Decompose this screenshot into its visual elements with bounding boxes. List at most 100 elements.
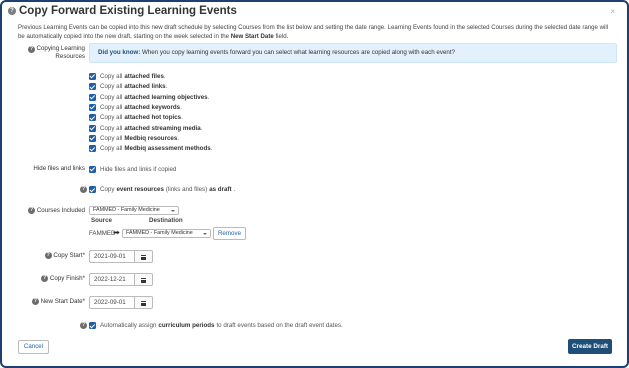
intro-text: Previous Learning Events can be copied i… (18, 23, 614, 41)
destination-select-value: FAMMED - Family Medicine (126, 230, 193, 236)
resource-option-post: . (163, 72, 166, 80)
copying-resources-label: ? Copying Learning Resources (28, 45, 85, 60)
checkbox-checked[interactable] (89, 165, 96, 173)
checkbox-checked[interactable] (89, 72, 96, 80)
event-resources-bold2: as draft (209, 186, 232, 193)
curriculum-bold: curriculum periods (158, 322, 215, 329)
checkbox-checked[interactable] (89, 114, 96, 121)
checkbox-checked[interactable] (89, 124, 96, 132)
help-icon[interactable]: ? (44, 252, 52, 259)
resource-option-row[interactable]: Copy all attached links. (89, 83, 167, 91)
resource-option-bold: Medbiq assessment methods (124, 145, 211, 152)
close-icon[interactable]: × (610, 8, 615, 16)
copying-resources-label-line1: Copying Learning (36, 45, 85, 52)
event-resources-mid: (links and files) (165, 186, 208, 193)
new-start-date-label: ? New Start Date* (16, 298, 85, 306)
checkbox-checked[interactable] (89, 186, 96, 193)
event-resources-pre: Copy (100, 186, 115, 193)
hide-files-checkbox-row[interactable]: Hide files and links if copied (89, 165, 176, 173)
resource-option-bold: attached links (124, 83, 166, 90)
calendar-button[interactable] (135, 296, 153, 309)
calendar-icon (141, 277, 146, 283)
create-draft-button[interactable]: Create Draft (568, 339, 612, 354)
resource-option-row[interactable]: Copy all Medbiq resources. (89, 134, 179, 142)
dialog-title: Copy Forward Existing Learning Events (19, 5, 237, 17)
resource-option-row[interactable]: Copy all attached keywords. (89, 103, 182, 111)
new-start-date-text: New Start Date* (40, 298, 85, 306)
resource-option-pre: Copy all (100, 145, 123, 152)
destination-select[interactable]: FAMMED - Family Medicine (122, 229, 211, 238)
curriculum-checkbox-row[interactable]: Automatically assign curriculum periods … (89, 322, 343, 330)
help-icon[interactable]: ? (41, 275, 49, 282)
tip-text: When you copy learning events forward yo… (140, 49, 455, 56)
courses-select-value: FAMMED - Family Medicine (93, 207, 160, 213)
checkbox-checked[interactable] (89, 103, 96, 111)
intro-text-bold: New Start Date (230, 33, 274, 40)
curriculum-post: to draft events based on the draft event… (216, 322, 343, 329)
event-resources-checkbox-row[interactable]: Copy event resources (links and files) a… (89, 186, 235, 194)
resource-option-post: . (200, 124, 203, 132)
checkbox-checked[interactable] (89, 134, 96, 142)
help-icon[interactable]: ? (28, 46, 35, 53)
resource-option-pre: Copy all (100, 114, 123, 121)
calendar-icon (141, 254, 146, 260)
hide-files-label: Hide files and links (33, 165, 85, 172)
resource-option-post: . (181, 114, 183, 121)
help-icon[interactable]: ? (80, 186, 87, 193)
remove-button[interactable]: Remove (213, 227, 246, 240)
copy-start-label: ? Copy Start* (22, 252, 85, 260)
copy-finish-input[interactable]: 2022-12-21 (89, 273, 135, 286)
hide-files-option-label: Hide files and links if copied (100, 165, 177, 173)
help-icon[interactable]: ? (8, 7, 16, 15)
checkbox-checked[interactable] (89, 322, 96, 329)
source-value: FAMMED (89, 230, 116, 237)
help-icon[interactable]: ? (31, 298, 39, 305)
calendar-button[interactable] (135, 250, 153, 263)
resource-option-bold: attached hot topics (124, 114, 182, 121)
resource-option-bold: Medbiq resources (124, 134, 178, 142)
resource-option-pre: Copy all (100, 93, 123, 101)
resource-option-row[interactable]: Copy all attached files. (89, 72, 166, 80)
checkbox-checked[interactable] (89, 83, 96, 90)
resource-option-pre: Copy all (100, 134, 123, 142)
curriculum-pre: Automatically assign (100, 322, 157, 329)
intro-text-part1: Previous Learning Events can be copied i… (18, 24, 609, 40)
destination-header: Destination (149, 217, 183, 224)
resource-option-post: . (177, 134, 180, 142)
source-header: Source (91, 217, 112, 224)
calendar-button[interactable] (135, 273, 153, 286)
dialog-frame: ? Copy Forward Existing Learning Events … (0, 0, 629, 368)
resource-option-post: . (210, 145, 213, 152)
resource-option-pre: Copy all (100, 83, 123, 90)
did-you-know-tip: Did you know: When you copy learning eve… (89, 43, 617, 63)
resource-option-bold: attached files (124, 72, 164, 80)
help-icon[interactable]: ? (28, 207, 36, 214)
resource-option-pre: Copy all (100, 72, 123, 80)
copy-start-input[interactable]: 2021-09-01 (89, 250, 135, 263)
courses-select[interactable]: FAMMED - Family Medicine (89, 206, 179, 215)
resource-option-row[interactable]: Copy all attached hot topics. (89, 114, 183, 122)
chevron-down-icon (171, 209, 175, 212)
resource-option-row[interactable]: Copy all Medbiq assessment methods. (89, 145, 212, 153)
resource-option-pre: Copy all (100, 103, 123, 111)
resource-option-bold: attached learning objectives (124, 93, 208, 101)
courses-included-label: ? Courses Included (26, 207, 85, 215)
new-start-date-input[interactable]: 2022-09-01 (89, 296, 135, 309)
event-resources-bold: event resources (116, 186, 164, 193)
cancel-button[interactable]: Cancel (18, 340, 49, 354)
resource-option-bold: attached streaming media (124, 124, 201, 132)
tip-bold: Did you know: (98, 49, 141, 56)
dialog-header: ? Copy Forward Existing Learning Events (8, 5, 237, 17)
resource-option-post: . (165, 83, 168, 90)
checkbox-checked[interactable] (89, 145, 96, 152)
chevron-down-icon (203, 232, 207, 235)
help-icon[interactable]: ? (80, 322, 87, 329)
resource-option-post: . (207, 93, 210, 101)
resource-option-post: . (180, 103, 182, 111)
calendar-icon (141, 300, 146, 306)
arrow-right-icon: ➡ (113, 228, 120, 237)
checkbox-checked[interactable] (89, 93, 96, 101)
resource-option-row[interactable]: Copy all attached learning objectives. (89, 93, 209, 101)
copy-finish-label: ? Copy Finish* (22, 275, 85, 283)
resource-option-row[interactable]: Copy all attached streaming media. (89, 124, 202, 132)
